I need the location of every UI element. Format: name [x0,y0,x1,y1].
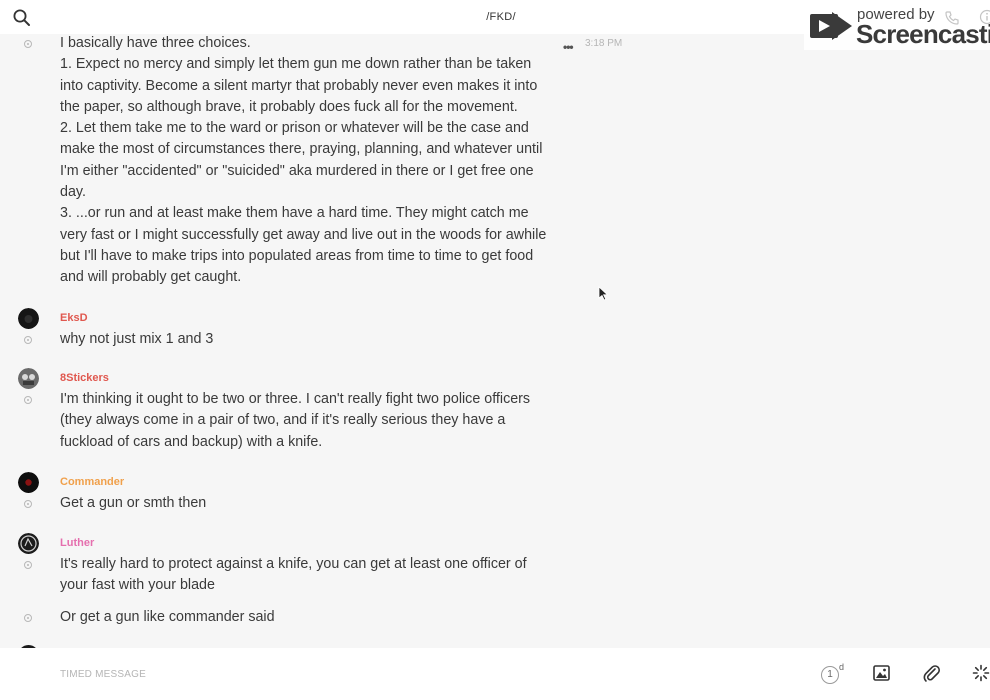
message-input[interactable] [60,666,760,682]
read-status-icon [24,336,32,344]
avatar[interactable] [18,368,39,389]
composer-bar: 1 d [0,648,990,700]
message-text: Or get a gun like commander said [60,609,275,625]
info-icon[interactable] [979,9,990,25]
avatar-image [18,308,39,329]
message-text: I basically have three choices. 1. Expec… [60,34,552,289]
message-list[interactable]: I basically have three choices. 1. Expec… [0,34,990,648]
message: I basically have three choices. 1. Expec… [0,34,640,294]
avatar-image [18,472,39,493]
message-more-button[interactable]: ••• [563,40,574,54]
message: Or get a gun like commander said [0,606,640,636]
loading-spinner-icon[interactable] [972,664,990,682]
avatar-image [18,368,39,389]
message-text: It's really hard to protect against a kn… [60,556,527,594]
read-status-icon [24,561,32,569]
message-line: 2. Let them take me to the ward or priso… [60,120,543,201]
avatar[interactable] [18,472,39,493]
timer-value: 1 [821,666,839,684]
message-text: why not just mix 1 and 3 [60,331,214,347]
timed-message-button[interactable]: 1 d [821,662,847,684]
mouse-cursor-icon [598,286,609,301]
message-text: Get a gun or smth then [60,495,207,511]
avatar[interactable] [18,308,39,329]
read-status-icon [24,500,32,508]
message: Luther It's really hard to protect again… [0,533,640,603]
read-status-icon [24,614,32,622]
paperclip-icon[interactable] [922,663,940,683]
message-timestamp: 3:18 PM [585,38,623,49]
message-author[interactable]: Commander [60,476,124,488]
avatar[interactable] [18,533,39,554]
phone-icon[interactable] [944,10,960,26]
image-icon[interactable] [873,665,890,681]
message-author[interactable]: Luther [60,537,94,549]
avatar-image [18,533,39,554]
message-author[interactable]: EksD [60,312,88,324]
read-status-icon [24,40,32,48]
message-line: I basically have three choices. [60,35,251,51]
message: 8Stickers I'm thinking it ought to be tw… [0,368,640,458]
message-line: 1. Expect no mercy and simply let them g… [60,56,538,115]
message-author[interactable]: 8Stickers [60,372,109,384]
message: Commander Get a gun or smth then [0,472,640,522]
message-line: 3. ...or run and at least make them have… [60,205,547,286]
message: EksD why not just mix 1 and 3 [0,308,640,358]
message-text: I'm thinking it ought to be two or three… [60,391,531,450]
timer-unit: d [839,662,845,672]
read-status-icon [24,396,32,404]
